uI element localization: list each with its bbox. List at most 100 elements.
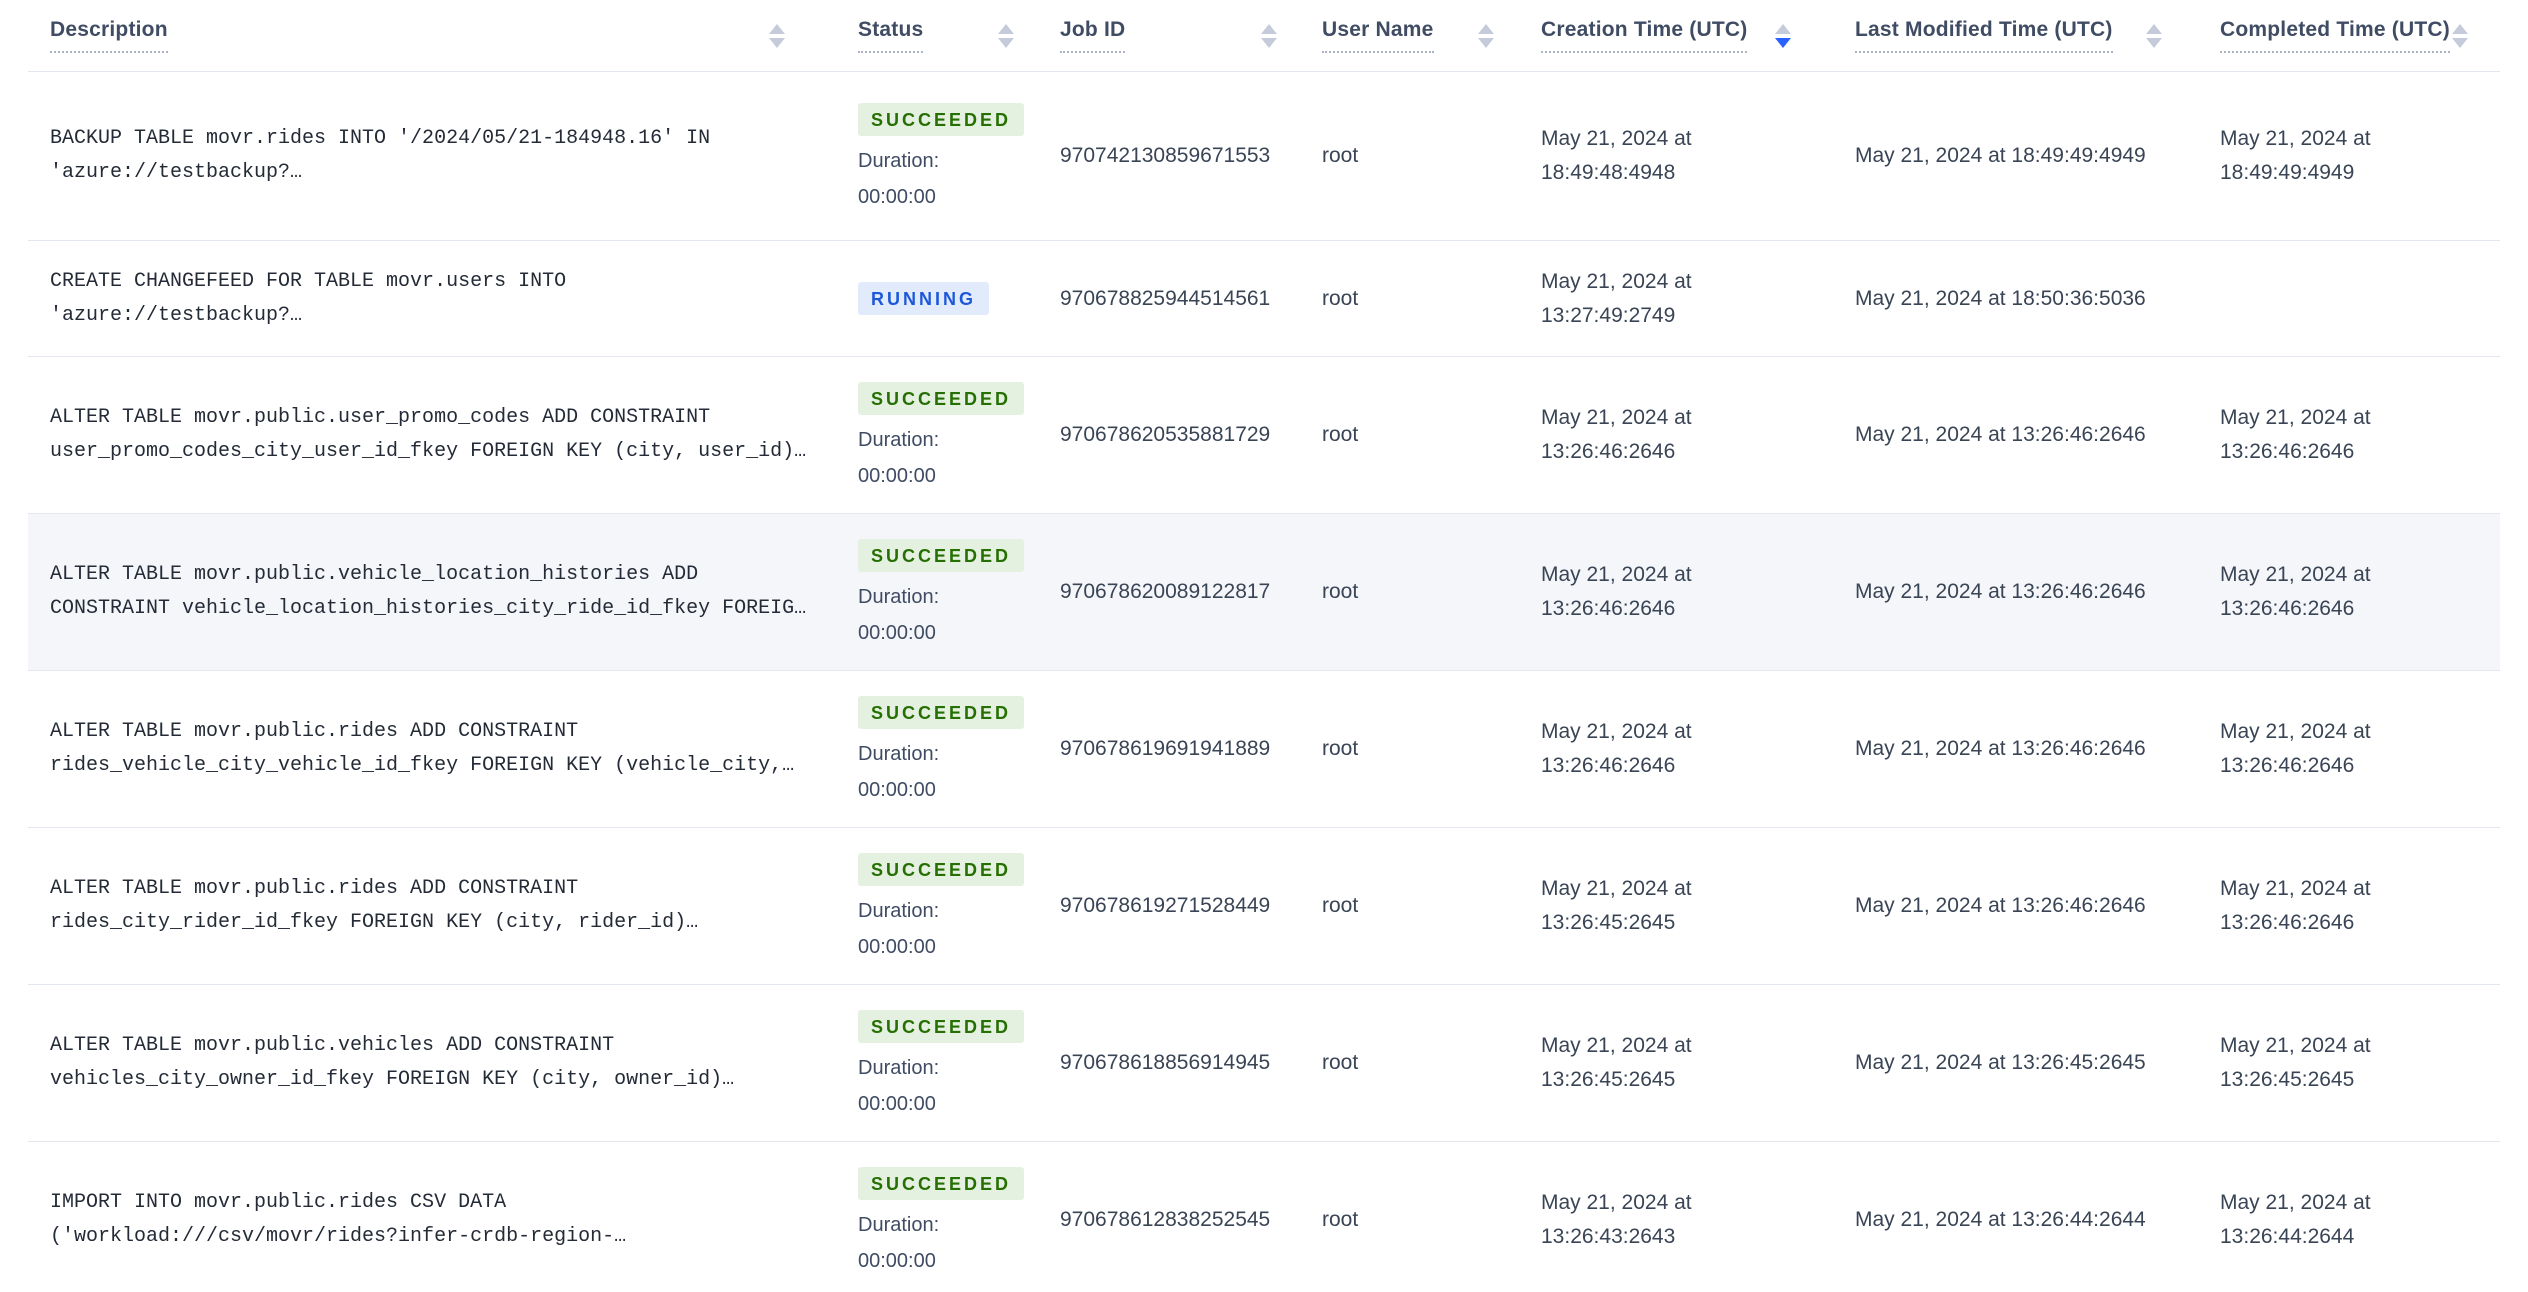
status-badge: SUCCEEDED	[858, 696, 1025, 729]
duration-label: Duration:	[858, 743, 940, 765]
status-badge: SUCCEEDED	[858, 103, 1025, 136]
sort-icon[interactable]	[2146, 23, 2162, 48]
column-label: Status	[858, 18, 924, 53]
sort-up-arrow	[2146, 23, 2162, 34]
sort-down-arrow	[1261, 37, 1277, 48]
column-header-status[interactable]: Status	[833, 0, 1032, 71]
job-id: 970678620535881729	[1060, 423, 1271, 446]
duration-value: 00:00:00	[858, 465, 936, 487]
jobs-table: Description Status Job ID User Name Crea…	[28, 0, 2500, 1292]
duration-value: 00:00:00	[858, 779, 936, 801]
job-description-link[interactable]: IMPORT INTO movr.public.rides CSV DATA (…	[50, 1186, 626, 1254]
column-header-completed-time[interactable]: Completed Time (UTC)	[2192, 0, 2500, 71]
description-line: vehicles_city_owner_id_fkey FOREIGN KEY …	[50, 1068, 735, 1091]
completed-time: May 21, 2024 at 13:26:44:2644	[2220, 1191, 2371, 1248]
completed-time: May 21, 2024 at 18:49:49:4949	[2220, 127, 2371, 184]
completed-time: May 21, 2024 at 13:26:46:2646	[2220, 406, 2371, 463]
column-header-user-name[interactable]: User Name	[1295, 0, 1512, 71]
creation-time: May 21, 2024 at 13:26:43:2643	[1541, 1191, 1692, 1248]
column-label: User Name	[1322, 18, 1434, 53]
job-description-link[interactable]: CREATE CHANGEFEED FOR TABLE movr.users I…	[50, 265, 566, 333]
description-line: ('workload:///csv/movr/rides?infer-crdb-…	[50, 1225, 627, 1248]
job-id: 970678825944514561	[1060, 286, 1271, 310]
sort-icon[interactable]	[2452, 23, 2468, 48]
user-name: root	[1322, 737, 1359, 760]
status-cell: SUCCEEDED Duration: 00:00:00	[833, 72, 1032, 240]
description-line: ALTER TABLE movr.public.vehicle_location…	[50, 563, 699, 586]
job-description-link[interactable]: ALTER TABLE movr.public.rides ADD CONSTR…	[50, 872, 698, 940]
description-line: CREATE CHANGEFEED FOR TABLE movr.users I…	[50, 269, 567, 293]
column-label: Job ID	[1060, 18, 1126, 53]
duration-value: 00:00:00	[858, 936, 936, 958]
sort-up-arrow	[1261, 23, 1277, 34]
completed-time: May 21, 2024 at 13:26:46:2646	[2220, 720, 2371, 777]
user-name: root	[1322, 144, 1359, 167]
last-modified-time: May 21, 2024 at 13:26:46:2646	[1855, 737, 2146, 760]
table-row[interactable]: CREATE CHANGEFEED FOR TABLE movr.users I…	[28, 241, 2500, 357]
description-line: ALTER TABLE movr.public.user_promo_codes…	[50, 406, 711, 429]
sort-icon[interactable]	[1775, 23, 1791, 48]
description-line: IMPORT INTO movr.public.rides CSV DATA	[50, 1191, 507, 1214]
last-modified-time: May 21, 2024 at 13:26:45:2645	[1855, 1051, 2146, 1074]
sort-icon[interactable]	[998, 23, 1014, 48]
column-header-job-id[interactable]: Job ID	[1032, 0, 1295, 71]
job-description-link[interactable]: ALTER TABLE movr.public.vehicle_location…	[50, 558, 806, 626]
creation-time: May 21, 2024 at 13:26:46:2646	[1541, 720, 1692, 777]
column-label: Last Modified Time (UTC)	[1855, 18, 2113, 53]
duration-label: Duration:	[858, 429, 940, 451]
job-description-link[interactable]: ALTER TABLE movr.public.user_promo_codes…	[50, 401, 806, 469]
user-name: root	[1322, 1051, 1359, 1074]
table-row[interactable]: ALTER TABLE movr.public.rides ADD CONSTR…	[28, 828, 2500, 985]
sort-icon[interactable]	[1261, 23, 1277, 48]
duration-label: Duration:	[858, 150, 940, 172]
duration-value: 00:00:00	[858, 1250, 936, 1272]
job-id: 970678619691941889	[1060, 737, 1271, 760]
description-line: rides_city_rider_id_fkey FOREIGN KEY (ci…	[50, 911, 699, 934]
sort-down-arrow	[769, 37, 785, 48]
job-id: 970742130859671553	[1060, 144, 1271, 167]
table-row[interactable]: IMPORT INTO movr.public.rides CSV DATA (…	[28, 1142, 2500, 1292]
description-line: rides_vehicle_city_vehicle_id_fkey FOREI…	[50, 754, 795, 777]
status-badge: SUCCEEDED	[858, 853, 1025, 886]
column-header-creation-time[interactable]: Creation Time (UTC)	[1512, 0, 1827, 71]
column-label: Creation Time (UTC)	[1541, 18, 1748, 53]
duration-value: 00:00:00	[858, 622, 936, 644]
sort-icon[interactable]	[769, 23, 785, 48]
description-line: ALTER TABLE movr.public.vehicles ADD CON…	[50, 1034, 615, 1057]
user-name: root	[1322, 286, 1359, 310]
job-description-link[interactable]: ALTER TABLE movr.public.rides ADD CONSTR…	[50, 715, 794, 783]
table-row[interactable]: ALTER TABLE movr.public.rides ADD CONSTR…	[28, 671, 2500, 828]
status-cell: SUCCEEDED Duration: 00:00:00	[833, 828, 1032, 984]
table-row[interactable]: BACKUP TABLE movr.rides INTO '/2024/05/2…	[28, 72, 2500, 241]
creation-time: May 21, 2024 at 13:26:46:2646	[1541, 563, 1692, 620]
table-row[interactable]: ALTER TABLE movr.public.vehicles ADD CON…	[28, 985, 2500, 1142]
duration-label: Duration:	[858, 900, 940, 922]
table-row[interactable]: ALTER TABLE movr.public.vehicle_location…	[28, 514, 2500, 671]
column-label: Description	[50, 18, 168, 53]
table-row[interactable]: ALTER TABLE movr.public.user_promo_codes…	[28, 357, 2500, 514]
status-badge: SUCCEEDED	[858, 539, 1025, 572]
last-modified-time: May 21, 2024 at 13:26:46:2646	[1855, 423, 2146, 446]
status-badge: SUCCEEDED	[858, 1010, 1025, 1043]
duration-value: 00:00:00	[858, 186, 936, 208]
sort-icon[interactable]	[1478, 23, 1494, 48]
sort-down-arrow	[2146, 37, 2162, 48]
description-line: 'azure://testbackup?…	[50, 161, 303, 184]
column-header-last-modified-time[interactable]: Last Modified Time (UTC)	[1827, 0, 2192, 71]
last-modified-time: May 21, 2024 at 18:50:36:5036	[1855, 286, 2146, 310]
completed-time: May 21, 2024 at 13:26:45:2645	[2220, 1034, 2371, 1091]
job-description-link[interactable]: BACKUP TABLE movr.rides INTO '/2024/05/2…	[50, 122, 710, 190]
column-header-description[interactable]: Description	[28, 0, 833, 71]
user-name: root	[1322, 580, 1359, 603]
sort-down-arrow	[1478, 37, 1494, 48]
status-cell: SUCCEEDED Duration: 00:00:00	[833, 514, 1032, 670]
status-badge: RUNNING	[858, 282, 989, 315]
duration-label: Duration:	[858, 1214, 940, 1236]
last-modified-time: May 21, 2024 at 13:26:46:2646	[1855, 894, 2146, 917]
last-modified-time: May 21, 2024 at 13:26:44:2644	[1855, 1208, 2146, 1231]
last-modified-time: May 21, 2024 at 18:49:49:4949	[1855, 144, 2146, 167]
sort-up-arrow	[769, 23, 785, 34]
job-description-link[interactable]: ALTER TABLE movr.public.vehicles ADD CON…	[50, 1029, 734, 1097]
job-id: 970678620089122817	[1060, 580, 1271, 603]
sort-up-arrow	[1478, 23, 1494, 34]
